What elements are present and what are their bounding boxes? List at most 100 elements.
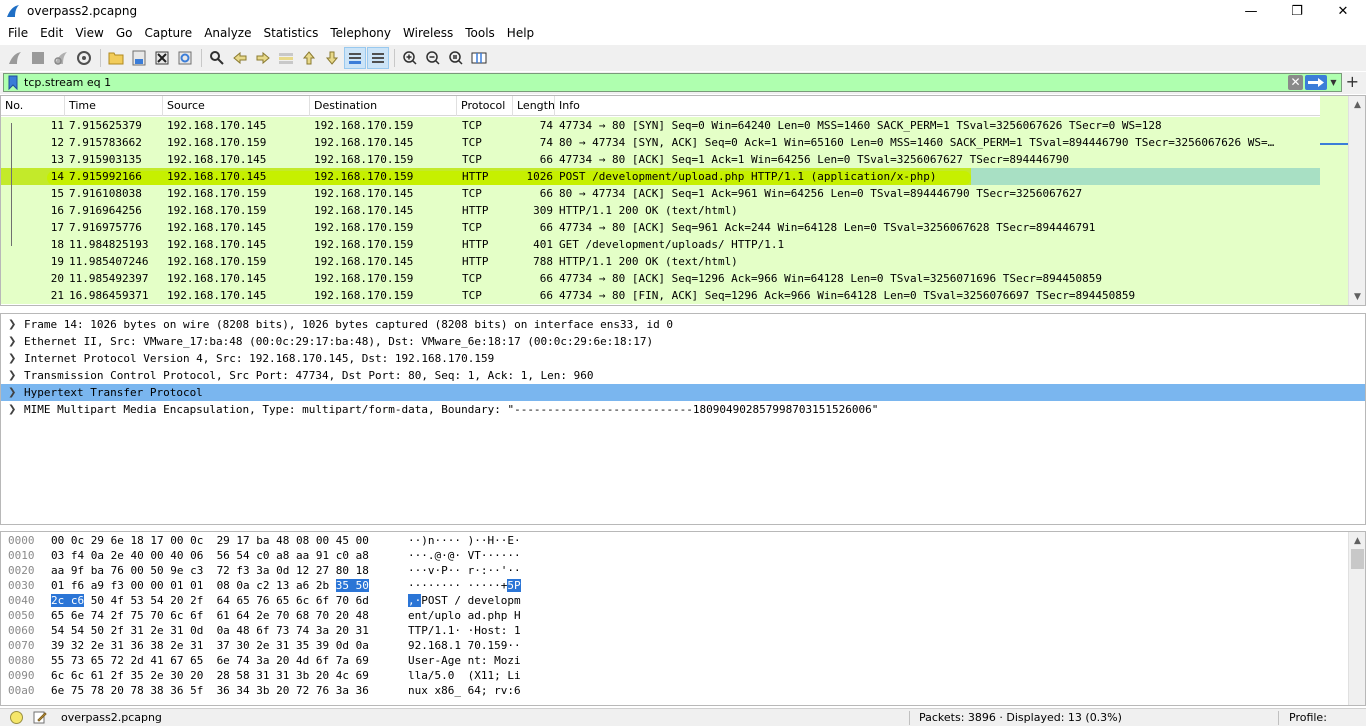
detail-tree-item[interactable]: ❯ Internet Protocol Version 4, Src: 192.1…: [1, 350, 1365, 367]
close-button[interactable]: ✕: [1320, 0, 1366, 22]
bytes-hex[interactable]: aa 9f ba 76 00 50 9e c3 72 f3 3a 0d 12 2…: [51, 563, 396, 578]
detail-tree-item[interactable]: ❯ Frame 14: 1026 bytes on wire (8208 bits…: [1, 316, 1365, 333]
scroll-down-icon[interactable]: ▼: [1349, 288, 1365, 305]
bytes-ascii[interactable]: ········ ·····+5P: [408, 578, 538, 593]
menu-help[interactable]: Help: [502, 26, 539, 40]
zoom-reset-button[interactable]: [445, 47, 467, 69]
bookmark-icon[interactable]: [6, 75, 20, 90]
bytes-ascii[interactable]: ,·POST / developm: [408, 593, 538, 608]
bytes-hex[interactable]: 6e 75 78 20 78 38 36 5f 36 34 3b 20 72 7…: [51, 683, 396, 698]
chevron-right-icon[interactable]: ❯: [8, 333, 16, 350]
packet-row[interactable]: 18 11.984825193 192.168.170.145 192.168.170…: [1, 236, 1321, 253]
packet-row[interactable]: 13 7.915903135 192.168.170.145 192.168.170.…: [1, 151, 1321, 168]
bytes-ascii[interactable]: 92.168.1 70.159··: [408, 638, 538, 653]
restore-button[interactable]: ❐: [1274, 0, 1320, 22]
packet-row-selected[interactable]: 14 7.915992166 192.168.170.145 192.168.170.…: [1, 168, 1321, 185]
bytes-ascii[interactable]: lla/5.0 (X11; Li: [408, 668, 538, 683]
bytes-hex[interactable]: 01 f6 a9 f3 00 00 01 01 08 0a c2 13 a6 2…: [51, 578, 396, 593]
go-last-button[interactable]: [321, 47, 343, 69]
bytes-hex[interactable]: 03 f4 0a 2e 40 00 40 06 56 54 c0 a8 aa 9…: [51, 548, 396, 563]
menu-view[interactable]: View: [70, 26, 108, 40]
bytes-hex[interactable]: 55 73 65 72 2d 41 67 65 6e 74 3a 20 4d 6…: [51, 653, 396, 668]
column-header-time[interactable]: Time: [65, 96, 163, 116]
menu-go[interactable]: Go: [111, 26, 138, 40]
status-profile[interactable]: Profile: Default: [1289, 709, 1366, 726]
scroll-up-icon[interactable]: ▲: [1349, 96, 1365, 113]
bytes-hex[interactable]: 39 32 2e 31 36 38 2e 31 37 30 2e 31 35 3…: [51, 638, 396, 653]
clear-filter-button[interactable]: ✕: [1288, 75, 1303, 90]
add-filter-button[interactable]: +: [1346, 72, 1359, 92]
column-header-destination[interactable]: Destination: [310, 96, 457, 116]
zoom-in-button[interactable]: [399, 47, 421, 69]
go-forward-button[interactable]: [252, 47, 274, 69]
scroll-up-icon[interactable]: ▲: [1349, 532, 1365, 549]
menu-wireless[interactable]: Wireless: [398, 26, 458, 40]
packet-row[interactable]: 20 11.985492397 192.168.170.145 192.168.170…: [1, 270, 1321, 287]
chevron-right-icon[interactable]: ❯: [8, 384, 16, 401]
bytes-hex[interactable]: 2c c6 50 4f 53 54 20 2f 64 65 76 65 6c 6…: [51, 593, 396, 608]
bytes-hex[interactable]: 54 54 50 2f 31 2e 31 0d 0a 48 6f 73 74 3…: [51, 623, 396, 638]
bytes-ascii[interactable]: ent/uplo ad.php H: [408, 608, 538, 623]
zoom-out-button[interactable]: [422, 47, 444, 69]
display-filter-input[interactable]: [24, 74, 1224, 91]
minimize-button[interactable]: —: [1228, 0, 1274, 22]
packet-row[interactable]: 19 11.985407246 192.168.170.159 192.168.170…: [1, 253, 1321, 270]
reload-file-button[interactable]: [174, 47, 196, 69]
packet-row[interactable]: 11 7.915625379 192.168.170.145 192.168.170.…: [1, 117, 1321, 134]
column-header-info[interactable]: Info: [555, 96, 1321, 116]
bytes-ascii[interactable]: ···v·P·· r·:··'··: [408, 563, 538, 578]
bytes-hex[interactable]: 6c 6c 61 2f 35 2e 30 20 28 58 31 31 3b 2…: [51, 668, 396, 683]
chevron-right-icon[interactable]: ❯: [8, 367, 16, 384]
find-packet-button[interactable]: [206, 47, 228, 69]
packet-minimap[interactable]: [1320, 96, 1348, 305]
column-header-no[interactable]: No.: [1, 96, 65, 116]
save-file-button[interactable]: [128, 47, 150, 69]
column-header-protocol[interactable]: Protocol: [457, 96, 513, 116]
bytes-ascii[interactable]: ··)n···· )··H··E·: [408, 533, 538, 548]
bytes-hex[interactable]: 00 0c 29 6e 18 17 00 0c 29 17 ba 48 08 0…: [51, 533, 396, 548]
detail-tree-item[interactable]: ❯ Transmission Control Protocol, Src Port…: [1, 367, 1365, 384]
restart-capture-button[interactable]: [50, 47, 72, 69]
scroll-thumb[interactable]: [1351, 549, 1364, 569]
detail-tree-item[interactable]: ❯ MIME Multipart Media Encapsulation, Typ…: [1, 401, 1365, 418]
apply-filter-button[interactable]: [1305, 75, 1327, 90]
go-first-button[interactable]: [298, 47, 320, 69]
packet-row[interactable]: 17 7.916975776 192.168.170.145 192.168.170.…: [1, 219, 1321, 236]
packet-row[interactable]: 12 7.915783662 192.168.170.159 192.168.170.…: [1, 134, 1321, 151]
close-file-button[interactable]: [151, 47, 173, 69]
menu-edit[interactable]: Edit: [35, 26, 68, 40]
go-to-packet-button[interactable]: [275, 47, 297, 69]
menu-file[interactable]: File: [3, 26, 33, 40]
bytes-ascii[interactable]: nux x86_ 64; rv:6: [408, 683, 538, 698]
start-capture-button[interactable]: [4, 47, 26, 69]
bytes-ascii[interactable]: User-Age nt: Mozi: [408, 653, 538, 668]
detail-tree-item[interactable]: ❯ Ethernet II, Src: VMware_17:ba:48 (00:0…: [1, 333, 1365, 350]
menu-analyze[interactable]: Analyze: [199, 26, 256, 40]
chevron-right-icon[interactable]: ❯: [8, 350, 16, 367]
bytes-ascii[interactable]: TTP/1.1· ·Host: 1: [408, 623, 538, 638]
packet-row[interactable]: 21 16.986459371 192.168.170.145 192.168.170…: [1, 287, 1321, 304]
open-file-button[interactable]: [105, 47, 127, 69]
menu-statistics[interactable]: Statistics: [258, 26, 323, 40]
menu-capture[interactable]: Capture: [139, 26, 197, 40]
packet-row[interactable]: 15 7.916108038 192.168.170.159 192.168.170.…: [1, 185, 1321, 202]
packet-row[interactable]: 16 7.916964256 192.168.170.159 192.168.170.…: [1, 202, 1321, 219]
menu-tools[interactable]: Tools: [460, 26, 500, 40]
capture-comment-icon[interactable]: [33, 710, 47, 724]
bytes-scrollbar[interactable]: ▲: [1348, 532, 1365, 705]
capture-options-button[interactable]: [73, 47, 95, 69]
expert-info-indicator-icon[interactable]: [10, 711, 23, 724]
chevron-right-icon[interactable]: ❯: [8, 401, 16, 418]
column-header-length[interactable]: Length: [513, 96, 555, 116]
colorize-button[interactable]: [367, 47, 389, 69]
autoscroll-button[interactable]: [344, 47, 366, 69]
menu-telephony[interactable]: Telephony: [325, 26, 396, 40]
bytes-ascii[interactable]: ···.@·@· VT······: [408, 548, 538, 563]
packet-list-scrollbar[interactable]: ▲ ▼: [1348, 96, 1365, 305]
column-header-source[interactable]: Source: [163, 96, 310, 116]
filter-history-dropdown[interactable]: ▼: [1327, 75, 1340, 90]
resize-columns-button[interactable]: [468, 47, 490, 69]
bytes-hex[interactable]: 65 6e 74 2f 75 70 6c 6f 61 64 2e 70 68 7…: [51, 608, 396, 623]
chevron-right-icon[interactable]: ❯: [8, 316, 16, 333]
stop-capture-button[interactable]: [27, 47, 49, 69]
